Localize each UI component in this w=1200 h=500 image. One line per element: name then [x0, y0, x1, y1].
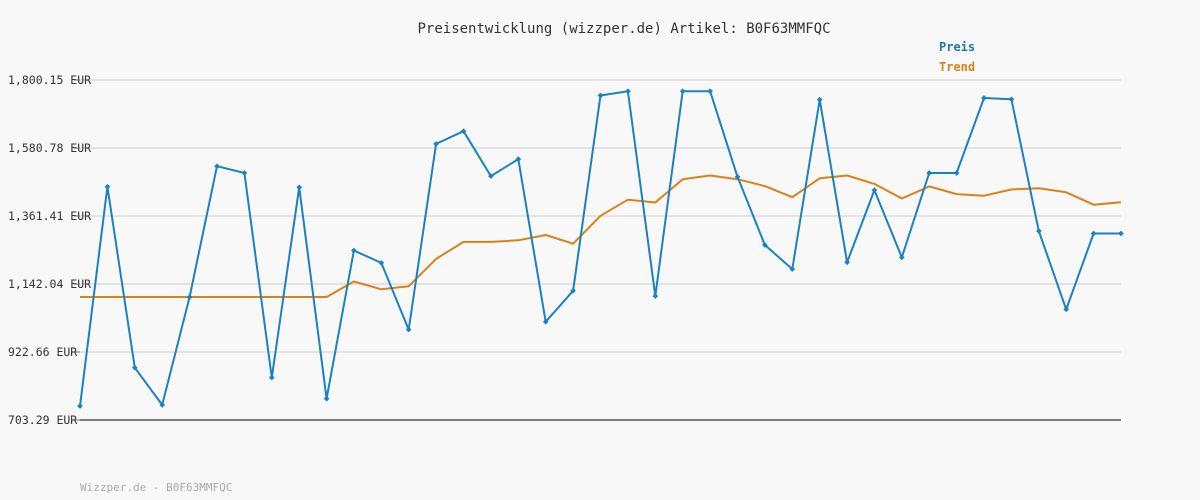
- data-point: [898, 254, 905, 261]
- data-point: [597, 92, 604, 99]
- footer-text: Wizzper.de - B0F63MMFQC: [80, 481, 232, 494]
- data-point: [214, 163, 220, 170]
- data-point: [707, 88, 713, 95]
- data-point: [981, 95, 987, 101]
- legend: Preis Trend: [939, 40, 975, 74]
- data-point: [241, 170, 248, 176]
- data-point: [926, 170, 933, 176]
- chart-title: Preisentwicklung (wizzper.de) Artikel: B…: [417, 21, 830, 37]
- data-point: [186, 294, 193, 300]
- data-point: [679, 88, 686, 95]
- data-point: [625, 88, 631, 95]
- data-point: [296, 184, 303, 191]
- data-point: [1090, 230, 1097, 237]
- data-point: [652, 293, 659, 299]
- data-point: [871, 187, 878, 193]
- data-point: [268, 374, 275, 381]
- y-axis-ticks: 703.29 EUR922.66 EUR1,142.04 EUR1,361.41…: [8, 73, 91, 427]
- data-point: [405, 326, 412, 333]
- price-chart: Preisentwicklung (wizzper.de) Artikel: B…: [8, 21, 1124, 494]
- data-point: [844, 259, 850, 266]
- data-point: [1008, 96, 1015, 103]
- data-point: [323, 395, 330, 402]
- series-lines: [77, 88, 1124, 409]
- data-point: [104, 183, 111, 190]
- data-point: [1063, 306, 1070, 313]
- legend-item-trend: Trend: [939, 60, 975, 74]
- data-point: [1035, 228, 1042, 234]
- y-tick-label: 703.29 EUR: [8, 413, 77, 427]
- data-point: [953, 170, 960, 176]
- data-point: [77, 403, 83, 409]
- y-tick-label: 922.66 EUR: [8, 345, 77, 359]
- data-point: [816, 96, 823, 103]
- data-point: [1118, 230, 1124, 237]
- series-line-preis: [79, 90, 1121, 407]
- legend-item-preis: Preis: [939, 40, 975, 54]
- series-line-trend: [80, 174, 1122, 298]
